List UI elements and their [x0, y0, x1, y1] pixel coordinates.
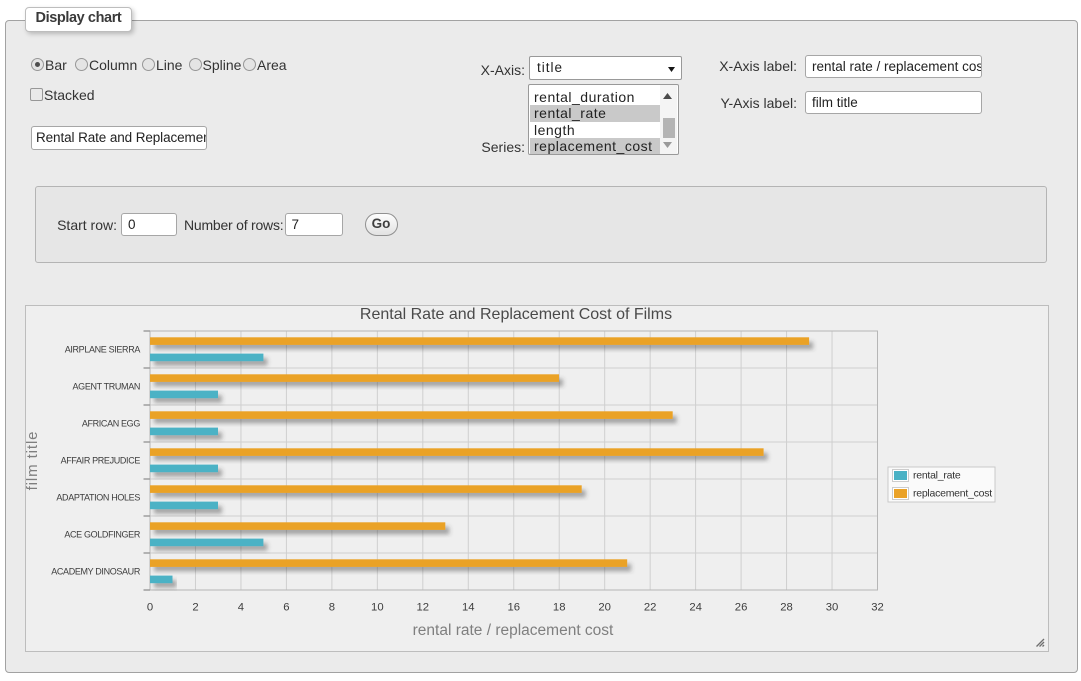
svg-text:ACADEMY DINOSAUR: ACADEMY DINOSAUR	[51, 567, 141, 577]
svg-text:AGENT TRUMAN: AGENT TRUMAN	[73, 382, 140, 392]
svg-text:2: 2	[192, 602, 198, 614]
svg-text:30: 30	[826, 602, 839, 614]
svg-text:22: 22	[644, 602, 657, 614]
svg-text:ADAPTATION HOLES: ADAPTATION HOLES	[56, 493, 140, 503]
svg-text:20: 20	[598, 602, 611, 614]
svg-text:28: 28	[780, 602, 793, 614]
svg-text:18: 18	[553, 602, 566, 614]
svg-text:replacement_cost: replacement_cost	[913, 488, 992, 500]
svg-text:8: 8	[329, 602, 335, 614]
svg-text:14: 14	[462, 602, 475, 614]
svg-text:ACE GOLDFINGER: ACE GOLDFINGER	[64, 530, 140, 540]
svg-text:Rental Rate and Replacement Co: Rental Rate and Replacement Cost of Film…	[360, 306, 672, 323]
svg-text:16: 16	[507, 602, 520, 614]
svg-text:6: 6	[283, 602, 289, 614]
svg-text:rental_rate: rental_rate	[913, 470, 961, 482]
svg-text:32: 32	[871, 602, 884, 614]
svg-text:rental rate / replacement cost: rental rate / replacement cost	[413, 622, 614, 639]
svg-text:film title: film title	[26, 431, 41, 491]
svg-text:AFFAIR PREJUDICE: AFFAIR PREJUDICE	[61, 456, 141, 466]
svg-text:12: 12	[417, 602, 430, 614]
svg-text:AIRPLANE SIERRA: AIRPLANE SIERRA	[65, 345, 141, 355]
svg-text:AFRICAN EGG: AFRICAN EGG	[82, 419, 141, 429]
svg-text:26: 26	[735, 602, 748, 614]
svg-text:4: 4	[238, 602, 244, 614]
svg-text:0: 0	[147, 602, 153, 614]
svg-text:24: 24	[689, 602, 702, 614]
svg-text:10: 10	[371, 602, 384, 614]
